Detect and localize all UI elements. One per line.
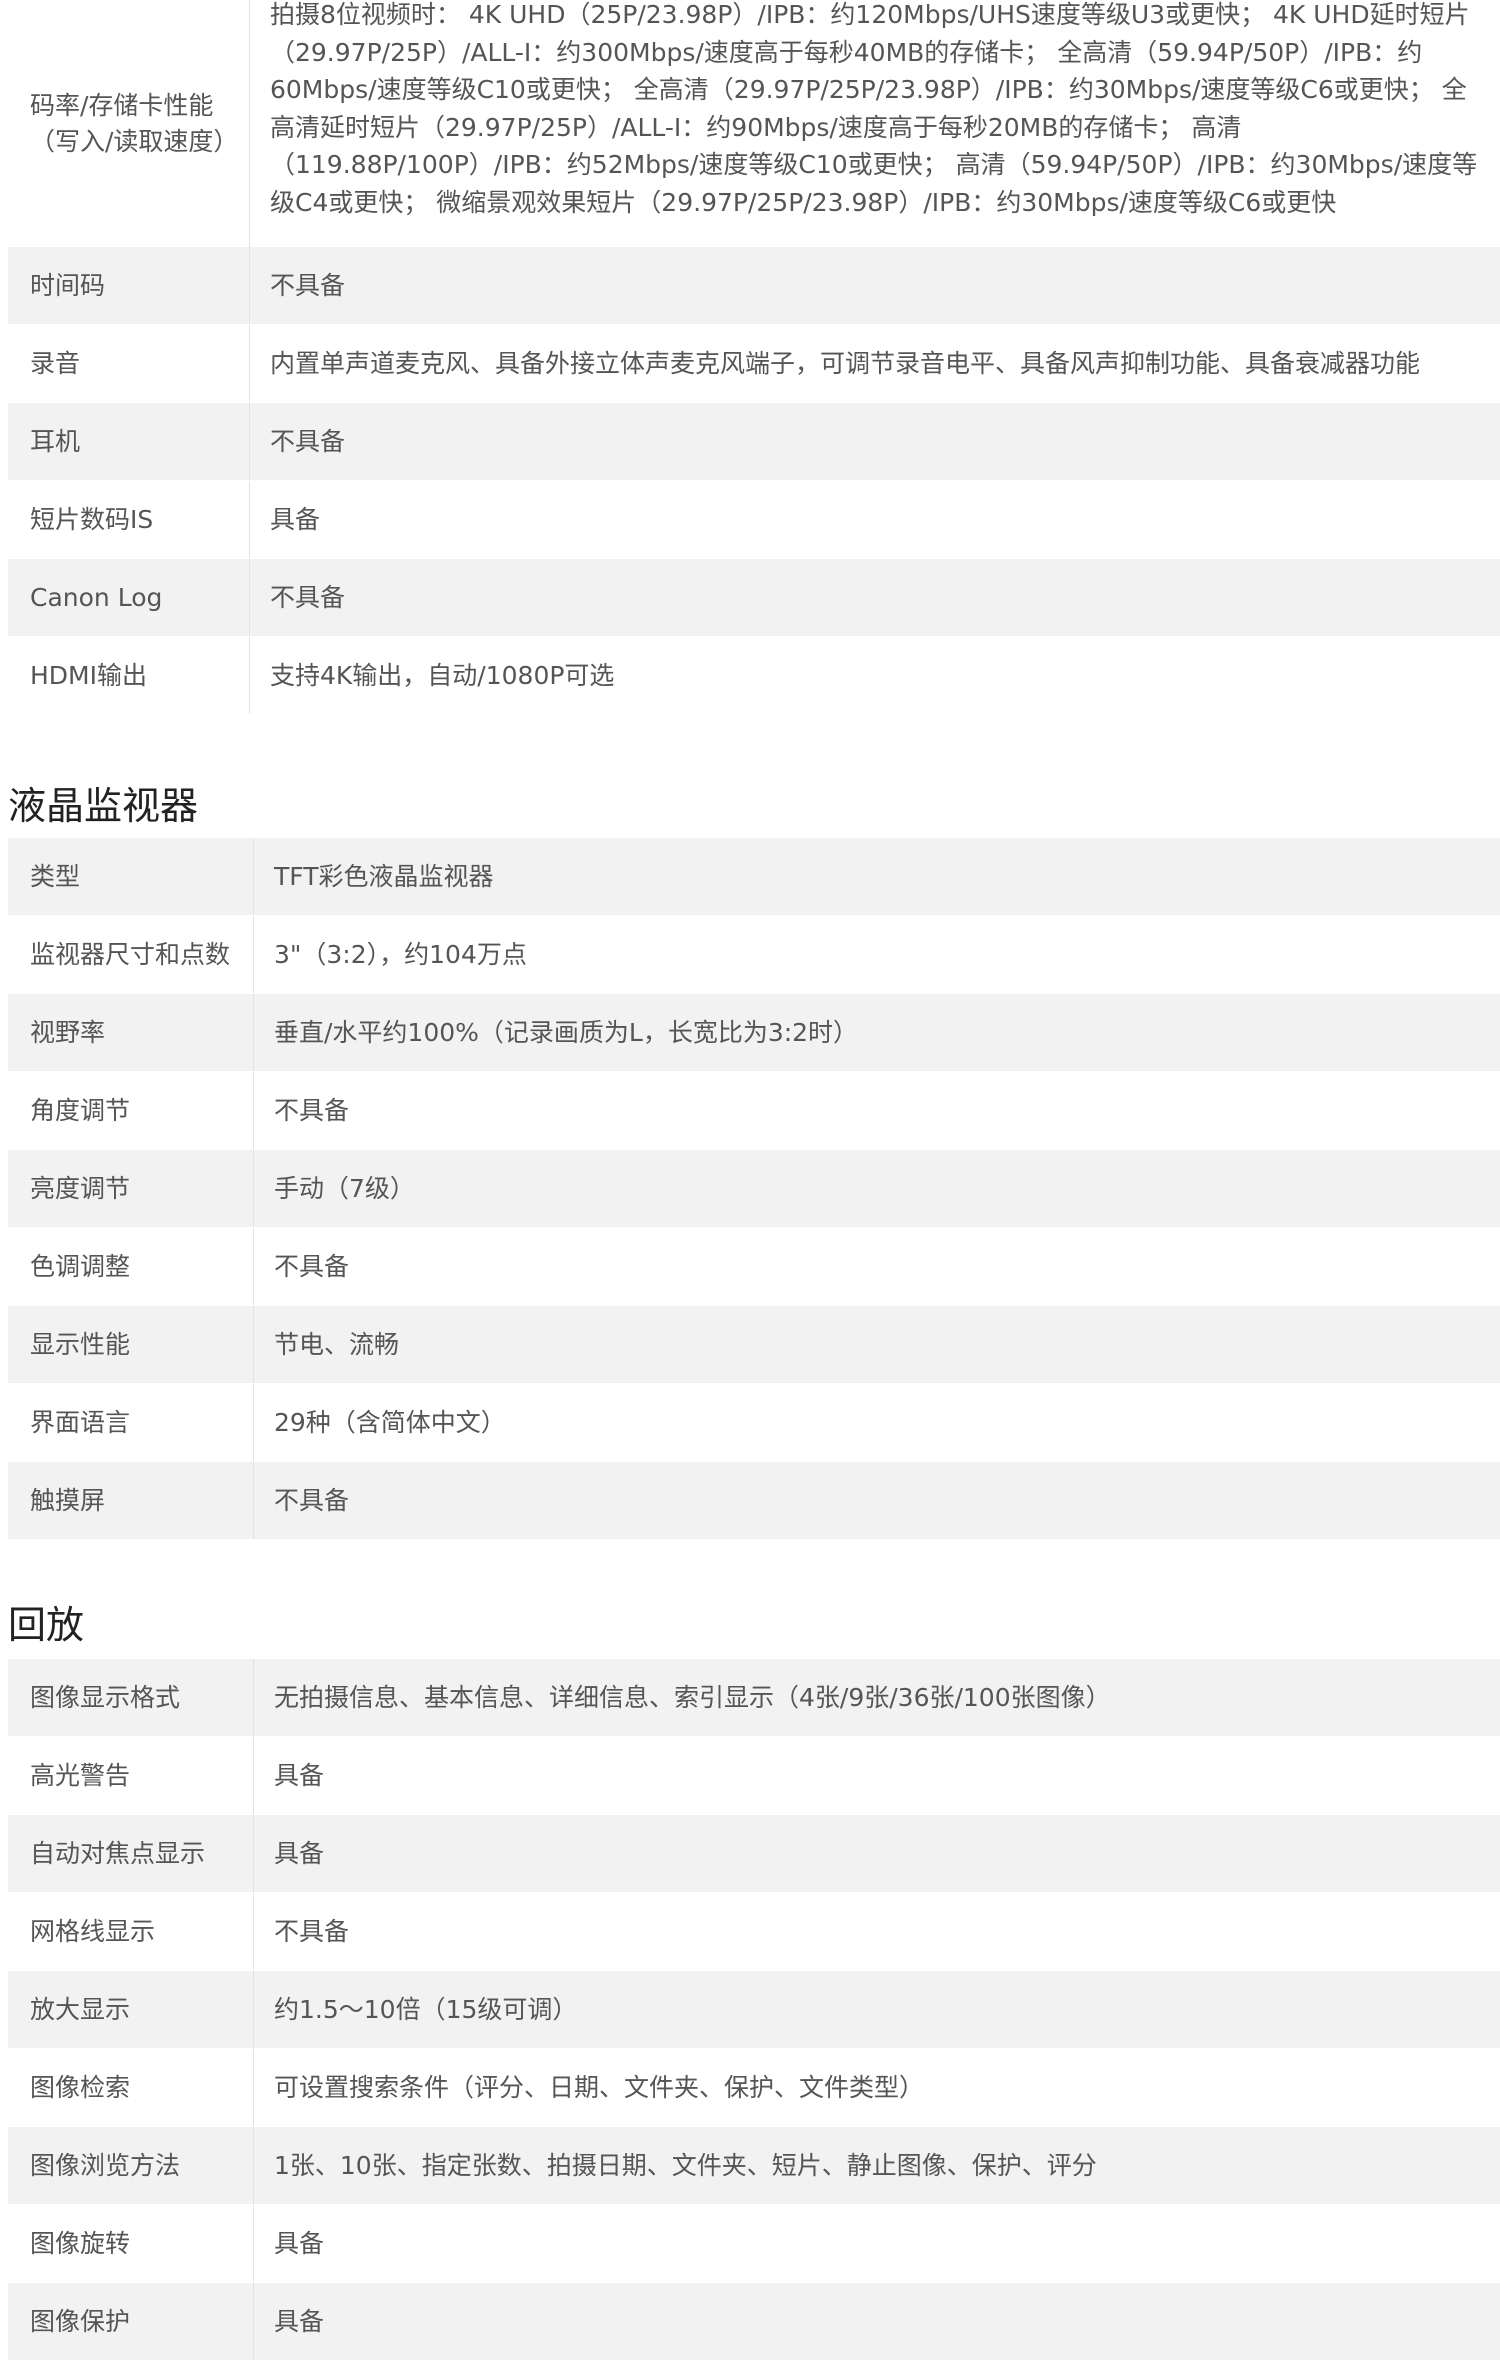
spec-value: 节电、流畅	[274, 1329, 400, 1359]
spec-value: 手动（7级）	[274, 1173, 415, 1203]
spec-row-canon-log: Canon Log 不具备	[8, 559, 1500, 637]
spec-value: TFT彩色液晶监视器	[274, 861, 494, 891]
spec-row-audio: 录音 内置单声道麦克风、具备外接立体声麦克风端子，可调节录音电平、具备风声抑制功…	[8, 325, 1500, 403]
spec-row: 图像检索 可设置搜索条件（评分、日期、文件夹、保护、文件类型）	[8, 2049, 1500, 2127]
spec-value: 拍摄8位视频时： 4K UHD（25P/23.98P）/IPB：约120Mbps…	[270, 0, 1478, 217]
spec-label: 亮度调节	[8, 1150, 254, 1227]
spec-label: 图像显示格式	[8, 1659, 254, 1736]
playback-spec-table: 图像显示格式 无拍摄信息、基本信息、详细信息、索引显示（4张/9张/36张/10…	[8, 1659, 1500, 2361]
spec-value: 内置单声道麦克风、具备外接立体声麦克风端子，可调节录音电平、具备风声抑制功能、具…	[270, 348, 1421, 378]
spec-label: HDMI输出	[8, 637, 250, 714]
section-title-playback: 回放	[8, 1603, 85, 1647]
spec-row: 图像保护 具备	[8, 2283, 1500, 2361]
spec-row: 高光警告 具备	[8, 1737, 1500, 1815]
spec-row: 视野率 垂直/水平约100%（记录画质为L，长宽比为3:2时）	[8, 994, 1500, 1072]
spec-label: 码率/存储卡性能（写入/读取速度）	[8, 0, 250, 247]
spec-label: 监视器尺寸和点数	[8, 916, 254, 993]
spec-value: 具备	[270, 504, 321, 534]
spec-value: 具备	[274, 1838, 325, 1868]
spec-label: 高光警告	[8, 1737, 254, 1814]
lcd-spec-table: 类型 TFT彩色液晶监视器 监视器尺寸和点数 3"（3:2），约104万点 视野…	[8, 838, 1500, 1540]
spec-value: 29种（含简体中文）	[274, 1407, 506, 1437]
spec-label: 触摸屏	[8, 1462, 254, 1539]
spec-value: 不具备	[274, 1916, 350, 1946]
spec-row-movie-is: 短片数码IS 具备	[8, 481, 1500, 559]
spec-value: 不具备	[270, 582, 346, 612]
spec-row-headphone: 耳机 不具备	[8, 403, 1500, 481]
spec-value: 1张、10张、指定张数、拍摄日期、文件夹、短片、静止图像、保护、评分	[274, 2150, 1097, 2180]
spec-label: 图像浏览方法	[8, 2127, 254, 2204]
spec-row: 监视器尺寸和点数 3"（3:2），约104万点	[8, 916, 1500, 994]
spec-row: 放大显示 约1.5～10倍（15级可调）	[8, 1971, 1500, 2049]
spec-value: 不具备	[270, 426, 346, 456]
spec-value: 不具备	[270, 270, 346, 300]
spec-row: 网格线显示 不具备	[8, 1893, 1500, 1971]
spec-value: 可设置搜索条件（评分、日期、文件夹、保护、文件类型）	[274, 2072, 925, 2102]
spec-label: 时间码	[8, 247, 250, 324]
spec-value: 无拍摄信息、基本信息、详细信息、索引显示（4张/9张/36张/100张图像）	[274, 1682, 1111, 1712]
spec-value: 具备	[274, 2228, 325, 2258]
spec-label: 耳机	[8, 403, 250, 480]
spec-row: 类型 TFT彩色液晶监视器	[8, 838, 1500, 916]
spec-value: 具备	[274, 1760, 325, 1790]
spec-label: 显示性能	[8, 1306, 254, 1383]
spec-label: 图像旋转	[8, 2205, 254, 2282]
spec-row: 图像浏览方法 1张、10张、指定张数、拍摄日期、文件夹、短片、静止图像、保护、评…	[8, 2127, 1500, 2205]
spec-label: 色调调整	[8, 1228, 254, 1305]
spec-row-bitrate: 码率/存储卡性能（写入/读取速度） 拍摄8位视频时： 4K UHD（25P/23…	[8, 0, 1500, 247]
spec-label: 自动对焦点显示	[8, 1815, 254, 1892]
spec-value: 约1.5～10倍（15级可调）	[274, 1994, 578, 2024]
spec-value: 不具备	[274, 1095, 350, 1125]
recording-spec-table: 码率/存储卡性能（写入/读取速度） 拍摄8位视频时： 4K UHD（25P/23…	[8, 0, 1500, 715]
spec-row: 自动对焦点显示 具备	[8, 1815, 1500, 1893]
spec-label: 图像检索	[8, 2049, 254, 2126]
spec-value: 不具备	[274, 1485, 350, 1515]
spec-value: 不具备	[274, 1251, 350, 1281]
section-title-lcd: 液晶监视器	[8, 784, 199, 828]
spec-label: 界面语言	[8, 1384, 254, 1461]
spec-row-timecode: 时间码 不具备	[8, 247, 1500, 325]
spec-label: 视野率	[8, 994, 254, 1071]
spec-label: 类型	[8, 838, 254, 915]
spec-row: 触摸屏 不具备	[8, 1462, 1500, 1540]
spec-row: 显示性能 节电、流畅	[8, 1306, 1500, 1384]
spec-row: 色调调整 不具备	[8, 1228, 1500, 1306]
spec-label: Canon Log	[8, 559, 250, 636]
spec-row: 界面语言 29种（含简体中文）	[8, 1384, 1500, 1462]
spec-label: 角度调节	[8, 1072, 254, 1149]
spec-row: 角度调节 不具备	[8, 1072, 1500, 1150]
spec-row: 图像旋转 具备	[8, 2205, 1500, 2283]
spec-label: 录音	[8, 325, 250, 402]
spec-label: 网格线显示	[8, 1893, 254, 1970]
spec-label: 放大显示	[8, 1971, 254, 2048]
spec-label: 短片数码IS	[8, 481, 250, 558]
spec-row: 图像显示格式 无拍摄信息、基本信息、详细信息、索引显示（4张/9张/36张/10…	[8, 1659, 1500, 1737]
spec-value: 支持4K输出，自动/1080P可选	[270, 660, 615, 690]
spec-row: 亮度调节 手动（7级）	[8, 1150, 1500, 1228]
spec-value: 垂直/水平约100%（记录画质为L，长宽比为3:2时）	[274, 1017, 859, 1047]
spec-row-hdmi: HDMI输出 支持4K输出，自动/1080P可选	[8, 637, 1500, 715]
spec-value: 3"（3:2），约104万点	[274, 939, 527, 969]
